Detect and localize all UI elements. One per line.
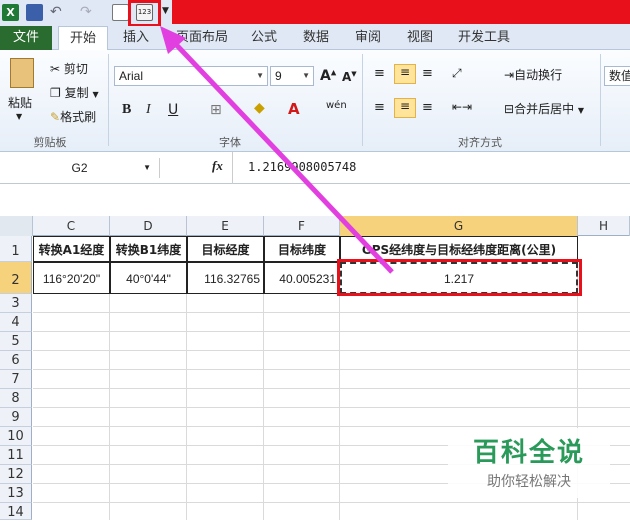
watermark-title: 百科全说 [472,438,585,468]
arrow-line [166,34,394,274]
watermark: 百科全说 助你轻松解决 [448,428,610,498]
watermark-subtitle: 助你轻松解决 [487,474,571,490]
